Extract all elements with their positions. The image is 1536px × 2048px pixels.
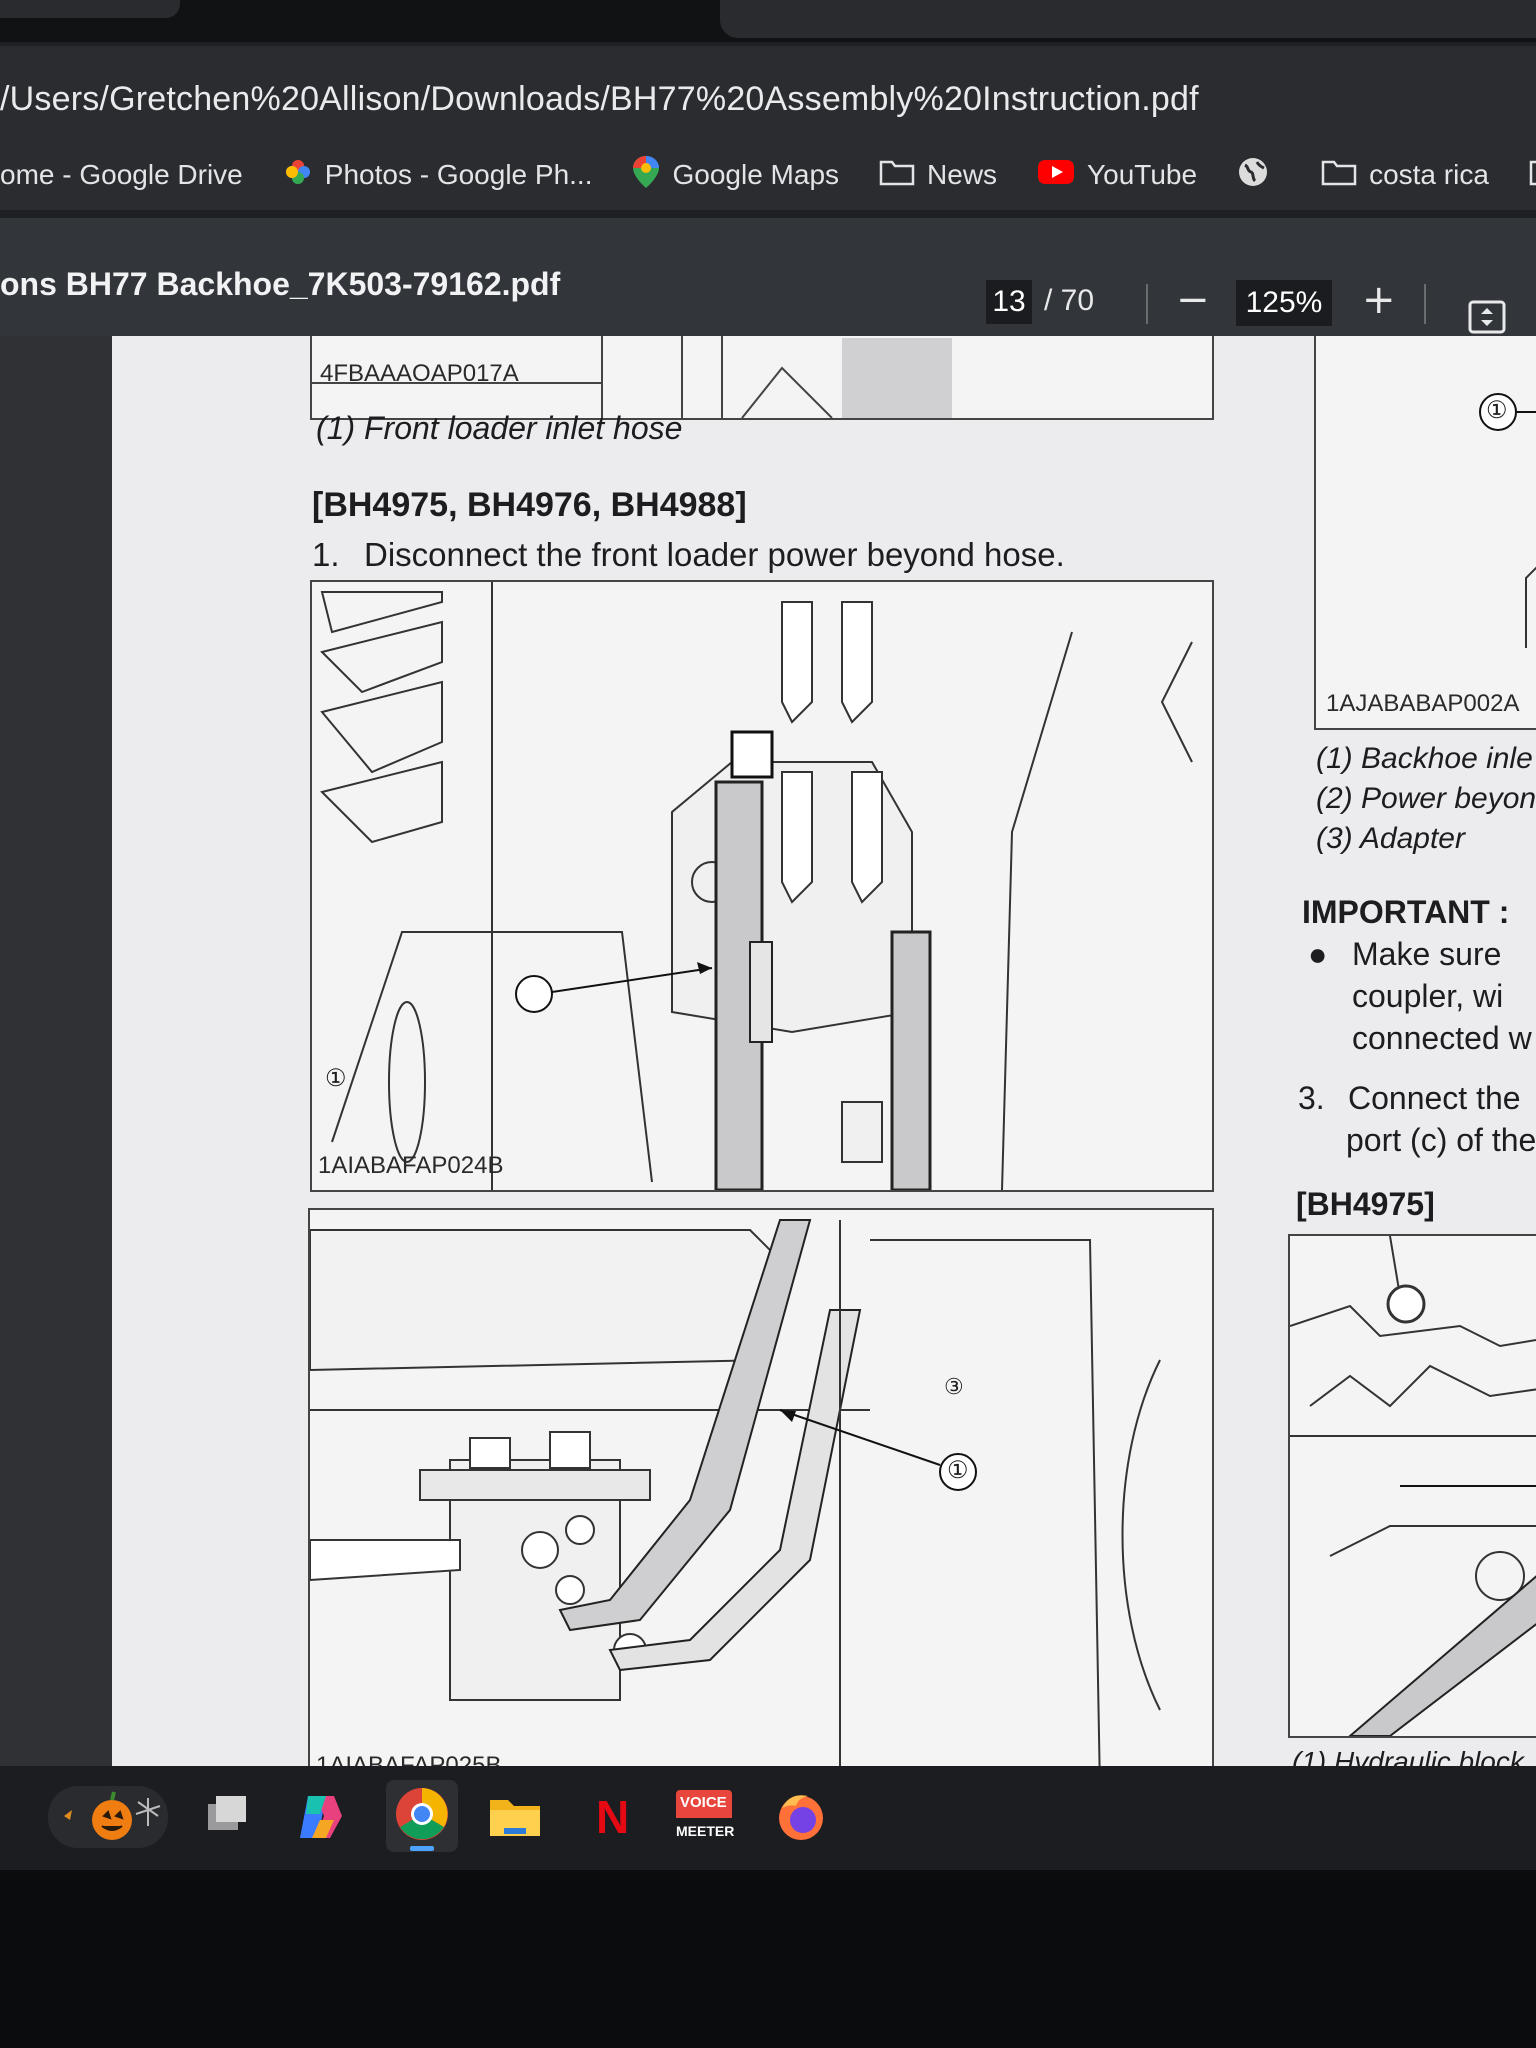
toolbar-divider (1424, 284, 1426, 324)
toolbar-divider (1146, 284, 1148, 324)
taskbar: N VOICE MEETER (0, 1766, 1536, 1870)
figure-label: 1AIABAFAP024B (318, 1152, 504, 1179)
figure-caption: (1) Hydraulic block (1292, 1746, 1524, 1766)
step-number: 1. (312, 536, 340, 573)
browser-tab-active[interactable] (720, 0, 1536, 38)
pumpkin-widget-icon[interactable] (48, 1786, 168, 1848)
bookmarks-bar: ome - Google Drive Photos - Google Ph... (0, 140, 1536, 210)
pdf-page: 4FBAAAOAP017A (1) Front loader inlet hos… (112, 336, 1536, 1766)
figure-caption: (1) Front loader inlet hose (316, 410, 683, 446)
voicemeeter-label-top: VOICE (680, 1794, 727, 1811)
bookmark-costa-rica[interactable]: costa rica (1321, 158, 1489, 193)
figure-label: 1AIABAFAP025B (316, 1752, 502, 1766)
bullet-line: coupler, wi (1352, 978, 1504, 1014)
figure-hose-valve (310, 580, 1214, 1192)
bullet-line: Make sure (1352, 936, 1502, 972)
bookmark-label: Photos - Google Ph... (324, 159, 593, 190)
bookmark-news[interactable]: News (879, 158, 997, 193)
chrome-icon[interactable] (386, 1780, 458, 1852)
zoom-out-button[interactable]: − (1176, 278, 1210, 322)
bookmark-label: costa rica (1369, 159, 1489, 190)
bookmark-globe[interactable] (1237, 156, 1281, 195)
figure-label: 1AJABABAP002A (1326, 690, 1520, 717)
zoom-in-button[interactable]: + (1362, 278, 1396, 322)
caption-list-item: (1) Backhoe inle (1316, 742, 1533, 775)
tab-strip (0, 0, 1536, 42)
bookmark-google-photos[interactable]: Photos - Google Ph... (283, 157, 593, 194)
step-text: port (c) of the (1346, 1122, 1536, 1158)
folder-icon (1321, 158, 1357, 193)
monitor-bezel (0, 1870, 1536, 2048)
bullet-dot: ● (1308, 936, 1328, 972)
figure-hydraulic-block (308, 1208, 1214, 1766)
caption-list-item: (3) Adapter (1316, 822, 1465, 855)
voicemeeter-label-bottom: MEETER (676, 1818, 734, 1844)
step-number: 3. (1298, 1080, 1325, 1116)
figure-bh4975 (1288, 1234, 1536, 1738)
step-text: Connect the (1348, 1080, 1521, 1116)
file-explorer-icon[interactable] (484, 1786, 546, 1848)
page-number-input[interactable]: 13 (986, 280, 1032, 324)
folder-icon (879, 158, 915, 193)
bookmark-google-drive[interactable]: ome - Google Drive (0, 159, 243, 191)
browser-tab[interactable] (0, 0, 180, 18)
figure-callout: ① (947, 1457, 969, 1484)
page-total: / 70 (1044, 284, 1095, 317)
section-heading: [BH4975] (1296, 1186, 1435, 1222)
task-view-icon[interactable] (194, 1786, 256, 1848)
pdf-toolbar: ons BH77 Backhoe_7K503-79162.pdf 13 / 70… (0, 218, 1536, 336)
section-heading: [BH4975, BH4976, BH4988] (312, 486, 747, 524)
bookmark-label: Google Maps (672, 159, 840, 190)
figure-label: 4FBAAAOAP017A (320, 360, 519, 387)
netflix-letter: N (596, 1791, 630, 1843)
bookmark-label: ome - Google Drive (0, 159, 243, 190)
copilot-icon[interactable] (290, 1786, 352, 1848)
bookmark-google-maps[interactable]: Google Maps (632, 155, 839, 196)
folder-icon (1529, 158, 1536, 193)
pinwheel-icon (283, 157, 313, 194)
firefox-icon[interactable] (770, 1786, 832, 1848)
url-text[interactable]: /Users/Gretchen%20Allison/Downloads/BH77… (0, 80, 1199, 119)
voicemeeter-icon[interactable]: VOICE MEETER (676, 1790, 734, 1844)
bookmark-label: YouTube (1087, 159, 1198, 190)
map-pin-icon (632, 155, 660, 196)
figure-callout: ① (325, 1065, 347, 1092)
caption-list-item: (2) Power beyon (1316, 782, 1536, 815)
bookmark-folder-more[interactable] (1529, 158, 1536, 193)
fit-to-page-icon[interactable] (1468, 300, 1506, 334)
step-text: Disconnect the front loader power beyond… (364, 536, 1065, 573)
youtube-icon (1037, 158, 1075, 193)
figure-callout: ① (1486, 397, 1508, 424)
bookmark-label: News (927, 159, 998, 190)
bullet-line: connected w (1352, 1020, 1532, 1056)
screen: /Users/Gretchen%20Allison/Downloads/BH77… (0, 0, 1536, 1870)
address-bar[interactable]: /Users/Gretchen%20Allison/Downloads/BH77… (0, 46, 1536, 154)
zoom-level[interactable]: 125% (1236, 280, 1332, 326)
bookmark-youtube[interactable]: YouTube (1037, 158, 1197, 193)
globe-icon (1237, 156, 1269, 195)
figure-callout: ③ (944, 1374, 964, 1399)
important-heading: IMPORTANT : (1302, 894, 1510, 930)
netflix-icon[interactable]: N (580, 1786, 642, 1848)
document-title: ons BH77 Backhoe_7K503-79162.pdf (0, 266, 561, 302)
